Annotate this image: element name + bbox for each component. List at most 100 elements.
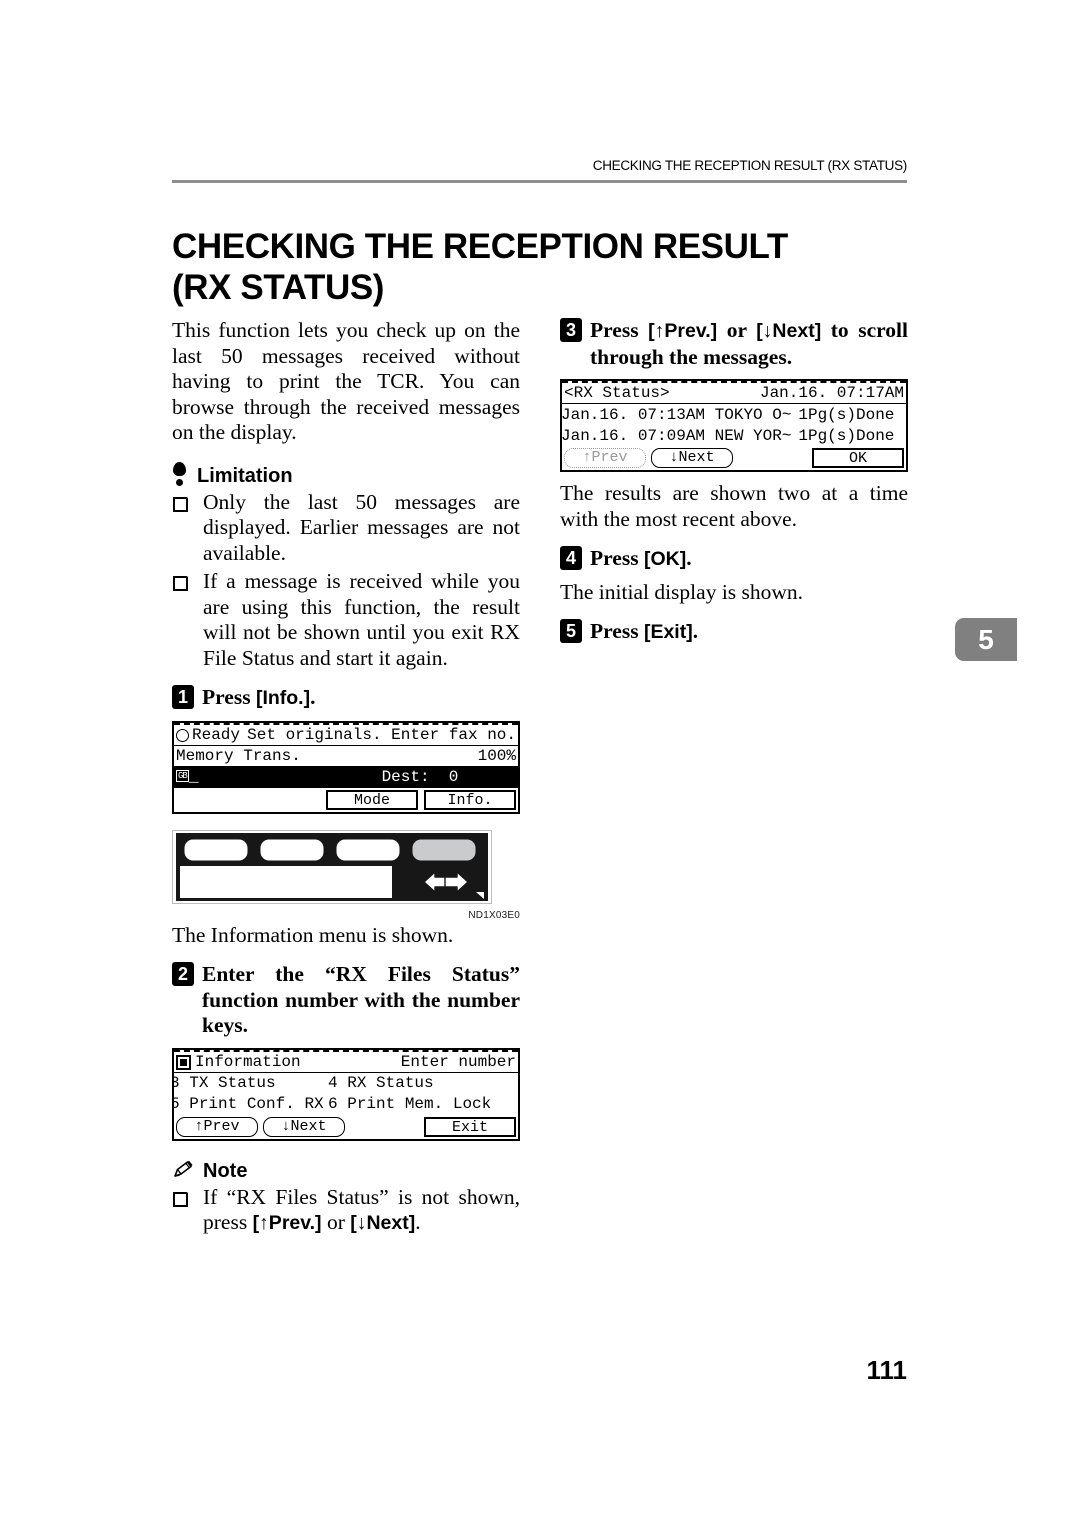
page-title: CHECKING THE RECEPTION RESULT (RX STATUS… (172, 227, 788, 308)
ready-circle-icon (176, 729, 189, 742)
note-heading: Note (172, 1155, 520, 1181)
limitation-list: Only the last 50 messages are displayed.… (172, 490, 520, 672)
lcd-information-screen: Information Enter number 3 TX Status 4 R… (172, 1047, 520, 1141)
rx-row-datetime: Jan.16. 07:13AM (561, 405, 706, 424)
rx-row-result: Done (855, 405, 895, 424)
softkey-next[interactable]: ↓Next (263, 1116, 345, 1137)
key-label-next: [↓Next] (350, 1212, 416, 1234)
lcd-mode-value: 100% (477, 746, 516, 765)
softkey-next[interactable]: ↓Next (651, 448, 733, 468)
softkey-prev[interactable]: ↑Prev (176, 1116, 258, 1137)
softkey-mode[interactable]: Mode (326, 789, 418, 810)
lcd-rx-title-row: <RX Status> Jan.16. 07:17AM (562, 381, 906, 404)
lcd-ready-screen: Ready Set originals. Enter fax no. Memor… (172, 720, 520, 814)
softkey-prev[interactable]: ↑Prev (564, 448, 646, 468)
square-bullet-icon (173, 1191, 188, 1207)
table-row: Jan.16. 07:13AM TOKYO O~ 1Pg(s) Done (562, 404, 906, 425)
step-text-before: Press (202, 685, 256, 709)
step-number: 2 (172, 962, 194, 986)
lcd-rx-timestamp: Jan.16. 07:17AM (759, 384, 904, 402)
step-number: 3 (560, 318, 582, 342)
page-number: 111 (866, 1355, 907, 1385)
lcd-info-title-row: Information Enter number (174, 1049, 518, 1073)
square-bullet-icon (173, 576, 188, 591)
header-rule (172, 180, 907, 183)
entry-mode-icon: GB (176, 770, 189, 782)
step-5: 5 Press [Exit]. (560, 619, 908, 646)
lcd-dest-label: Dest: (381, 768, 430, 786)
lcd-cursor: _ (188, 768, 199, 786)
lcd-dest-value: 0 (448, 768, 459, 786)
limitation-text: Only the last 50 messages are displayed.… (203, 489, 520, 565)
key-label-info: [Info.] (255, 687, 311, 709)
softkey-info[interactable]: Info. (424, 789, 516, 810)
step-text: Press [Info.]. (202, 685, 520, 712)
limitation-text: If a message is received while you are u… (203, 569, 520, 670)
lcd-status-bar: Ready Set originals. Enter fax no. (174, 722, 518, 746)
control-panel-illustration: ND1X03E0 (172, 829, 520, 921)
lcd-softkey-row: ↑Prev ↓Next OK (562, 446, 906, 470)
limitation-icon (172, 461, 188, 486)
limitation-heading: Limitation (172, 460, 520, 486)
lcd-softkey-row: ↑Prev ↓Next Exit (174, 1115, 518, 1139)
rx-row-result: Done (855, 426, 895, 445)
after-step1-text: The Information menu is shown. (172, 922, 454, 947)
rx-row-destination: TOKYO O~ (714, 405, 792, 424)
step-4: 4 Press [OK]. (560, 546, 908, 573)
rx-row-pages: 1Pg(s) (798, 405, 856, 424)
key-label-prev: [↑Prev.] (648, 320, 718, 342)
step-1: 1 Press [Info.]. (172, 685, 520, 712)
rx-row-pages: 1Pg(s) (798, 426, 856, 445)
step-text-after: . (310, 685, 316, 709)
limitation-label: Limitation (197, 464, 293, 487)
figure-caption: ND1X03E0 (468, 909, 520, 921)
menu-item-print-mem-lock[interactable]: 6 Print Mem. Lock (328, 1095, 491, 1113)
after-step3-text: The results are shown two at a time with… (560, 481, 908, 531)
lcd-info-title: Information (195, 1052, 301, 1071)
lcd-mode-row: Memory Trans. 100% (174, 746, 518, 767)
key-label-ok: [OK] (643, 548, 687, 570)
lcd-status-message: Set originals. Enter fax no. (247, 725, 516, 744)
square-bullet-icon (173, 496, 188, 512)
lcd-menu-row: 3 TX Status 4 RX Status (174, 1073, 518, 1094)
running-header-text: CHECKING THE RECEPTION RESULT (RX STATUS… (592, 158, 908, 173)
list-item: If a message is received while you are u… (172, 569, 520, 671)
step-text: Press [OK]. (590, 546, 692, 570)
lcd-mode-label: Memory Trans. (176, 746, 301, 765)
rx-row-destination: NEW YOR~ (714, 426, 792, 445)
softkey-ok[interactable]: OK (812, 448, 904, 468)
menu-item-rx-status[interactable]: 4 RX Status (328, 1074, 434, 1092)
control-panel-svg (172, 829, 492, 904)
note-label: Note (203, 1159, 248, 1182)
intro-paragraph: This function lets you check up on the l… (172, 318, 520, 444)
menu-bullet-icon (176, 1055, 191, 1070)
lcd-menu-row: 5 Print Conf. RX 6 Print Mem. Lock (174, 1094, 518, 1115)
step-text: Press [↑Prev.] or [↓Next] to scroll thro… (590, 318, 909, 369)
menu-item-print-conf-rx[interactable]: 5 Print Conf. RX (174, 1095, 328, 1113)
step-number: 1 (172, 685, 194, 709)
note-text: If “RX Files Status” is not shown, press… (203, 1184, 520, 1235)
lcd-entry-row: GB _ Dest: 0 (174, 766, 518, 788)
key-label-next: [↓Next] (756, 320, 822, 342)
key-label-prev: [↑Prev.] (252, 1212, 322, 1234)
pencil-icon (172, 1159, 194, 1181)
rx-row-datetime: Jan.16. 07:09AM (561, 426, 706, 445)
key-label-exit: [Exit] (643, 621, 693, 643)
list-item: Only the last 50 messages are displayed.… (172, 490, 520, 567)
step-number: 5 (560, 619, 582, 643)
list-item: If “RX Files Status” is not shown, press… (172, 1185, 520, 1237)
step-3: 3 Press [↑Prev.] or [↓Next] to scroll th… (560, 318, 908, 370)
lcd-rx-status-screen: <RX Status> Jan.16. 07:17AM Jan.16. 07:1… (560, 379, 908, 472)
step-number: 4 (560, 546, 582, 570)
lcd-rx-title: <RX Status> (564, 384, 670, 402)
menu-item-tx-status[interactable]: 3 TX Status (174, 1074, 328, 1092)
running-header: CHECKING THE RECEPTION RESULT (RX STATUS… (172, 158, 908, 174)
left-column: This function lets you check up on the l… (172, 318, 520, 1240)
right-column: 3 Press [↑Prev.] or [↓Next] to scroll th… (560, 318, 908, 653)
softkey-exit[interactable]: Exit (424, 1116, 516, 1137)
lcd-softkey-row: Mode Info. (174, 788, 518, 812)
lcd-status-text: Ready (192, 725, 241, 744)
chapter-tab: 5 (955, 618, 1017, 661)
step-text: Enter the “RX Files Status” function num… (202, 962, 520, 1037)
note-list: If “RX Files Status” is not shown, press… (172, 1185, 520, 1237)
